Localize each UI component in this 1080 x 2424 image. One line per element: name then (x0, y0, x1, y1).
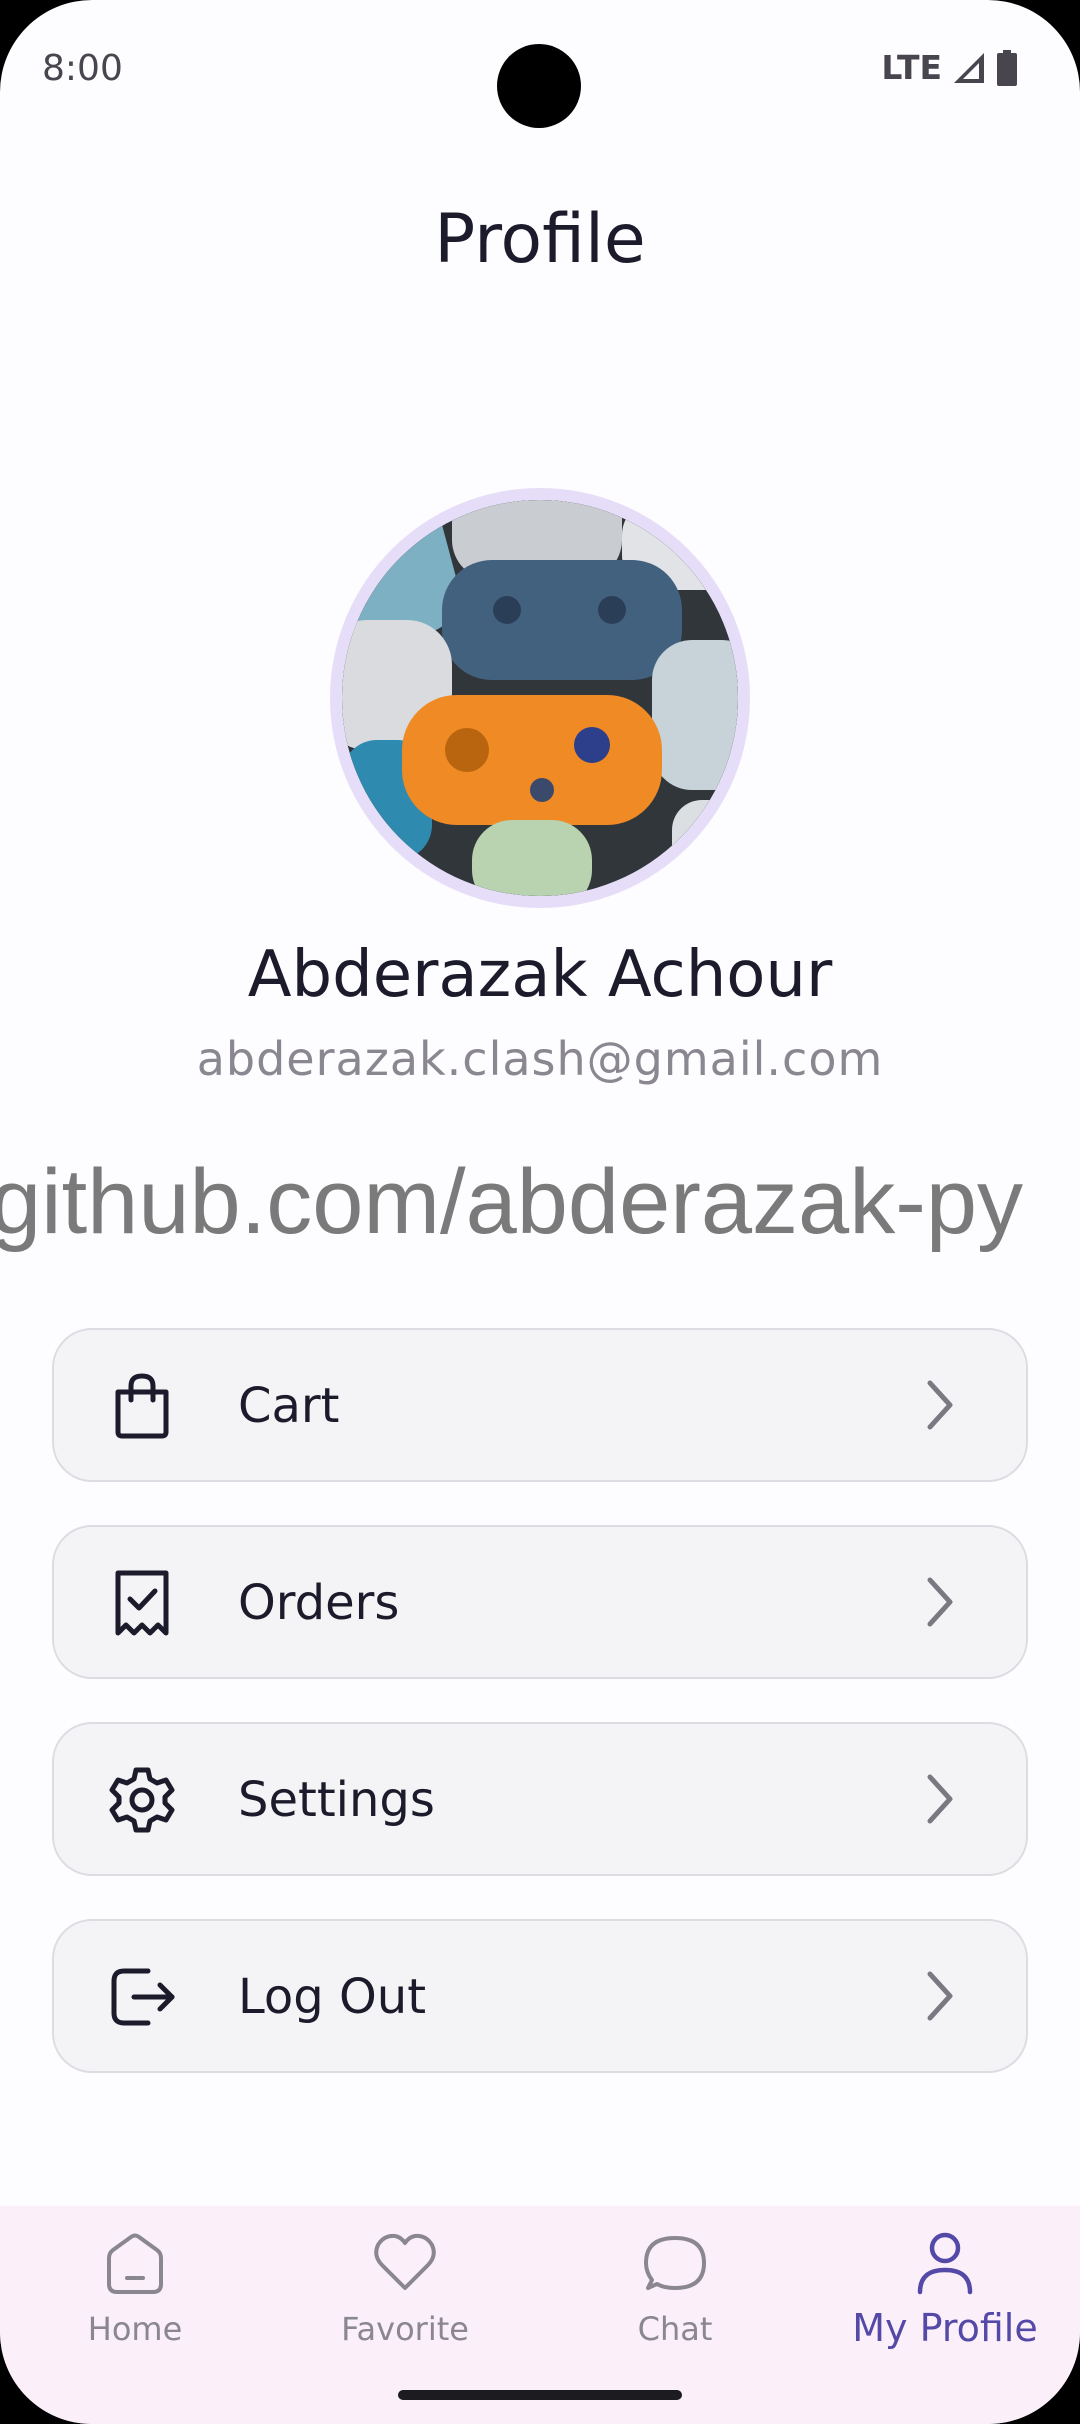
chevron-right-icon (927, 1380, 953, 1430)
profile-screen: 8:00 LTE Profile Abderazak Achour abdera… (0, 0, 1080, 2424)
avatar-image (342, 500, 738, 896)
menu-item-label: Log Out (238, 1969, 427, 2025)
nav-label: Home (87, 2310, 183, 2348)
profile-menu: Cart Orders Settings Log Out (52, 1328, 1028, 2116)
user-name: Abderazak Achour (247, 938, 833, 1012)
nav-item-chat[interactable]: Chat (540, 2228, 810, 2378)
menu-item-logout[interactable]: Log Out (52, 1919, 1028, 2073)
heart-icon (374, 2233, 436, 2290)
nav-item-favorite[interactable]: Favorite (270, 2228, 540, 2378)
camera-cutout (497, 44, 581, 128)
chat-bubble-icon (644, 2236, 706, 2290)
nav-label: Chat (637, 2310, 713, 2348)
logout-icon (111, 1968, 175, 2026)
nav-item-home[interactable]: Home (0, 2228, 270, 2378)
menu-item-orders[interactable]: Orders (52, 1525, 1028, 1679)
shopping-bag-icon (115, 1373, 169, 1439)
status-bar: 8:00 LTE (0, 0, 1080, 140)
nav-label: Favorite (341, 2310, 469, 2348)
menu-item-label: Settings (238, 1772, 435, 1828)
avatar-ring (330, 488, 750, 908)
menu-item-cart[interactable]: Cart (52, 1328, 1028, 1482)
signal-icon (954, 52, 984, 83)
receipt-check-icon (115, 1570, 169, 1636)
nav-label: My Profile (852, 2306, 1038, 2350)
chevron-right-icon (927, 1774, 953, 1824)
page-title: Profile (434, 200, 646, 279)
avatar[interactable] (342, 500, 738, 896)
gear-icon (109, 1767, 175, 1833)
menu-item-label: Cart (238, 1378, 340, 1434)
status-time: 8:00 (42, 48, 123, 89)
watermark-text: github.com/abderazak-py (0, 1151, 1024, 1253)
home-indicator[interactable] (398, 2390, 682, 2400)
network-type: LTE (881, 48, 942, 87)
menu-item-settings[interactable]: Settings (52, 1722, 1028, 1876)
nav-item-my-profile[interactable]: My Profile (810, 2228, 1080, 2378)
battery-icon (997, 49, 1017, 86)
user-email: abderazak.clash@gmail.com (196, 1032, 884, 1086)
status-indicators: LTE (881, 48, 1018, 87)
person-icon (917, 2232, 973, 2295)
chevron-right-icon (927, 1971, 953, 2021)
home-icon (107, 2233, 163, 2294)
chevron-right-icon (927, 1577, 953, 1627)
menu-item-label: Orders (238, 1575, 400, 1631)
